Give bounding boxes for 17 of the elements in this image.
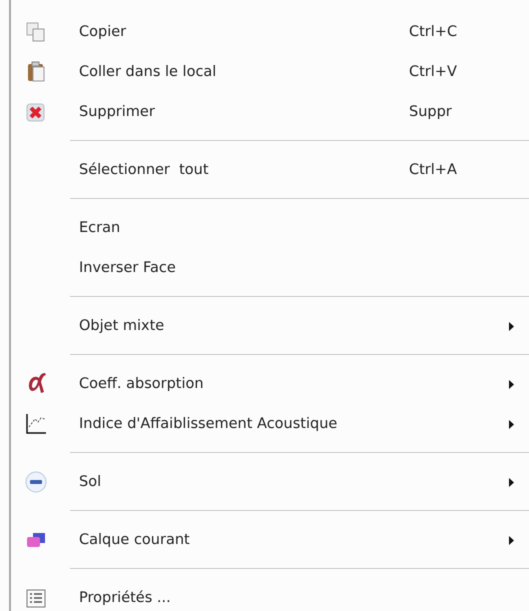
menu-item[interactable]: Inverser Face [11, 248, 529, 288]
menu-item[interactable]: Calque courant [11, 520, 529, 560]
copy-icon [25, 21, 47, 43]
menu-item[interactable]: Sol [11, 462, 529, 502]
clipboard-icon [25, 61, 47, 83]
disc-icon [25, 471, 47, 493]
menu-item[interactable]: Objet mixte [11, 306, 529, 346]
menu-item[interactable]: Coeff. absorption [11, 364, 529, 404]
menu-item[interactable]: Ecran [11, 208, 529, 248]
graph-icon [25, 413, 47, 435]
menu-item[interactable]: Propriétés ... [11, 578, 529, 611]
delete-icon [25, 101, 47, 123]
menu-item[interactable]: Sélectionner tout Ctrl+A [11, 150, 529, 190]
menu-item[interactable]: Coller dans le local Ctrl+V [11, 52, 529, 92]
menu-item[interactable]: Copier Ctrl+C [11, 12, 529, 52]
menu-item[interactable]: Indice d'Affaiblissement Acoustique [11, 404, 529, 444]
menu-item[interactable]: Supprimer Suppr [11, 92, 529, 132]
